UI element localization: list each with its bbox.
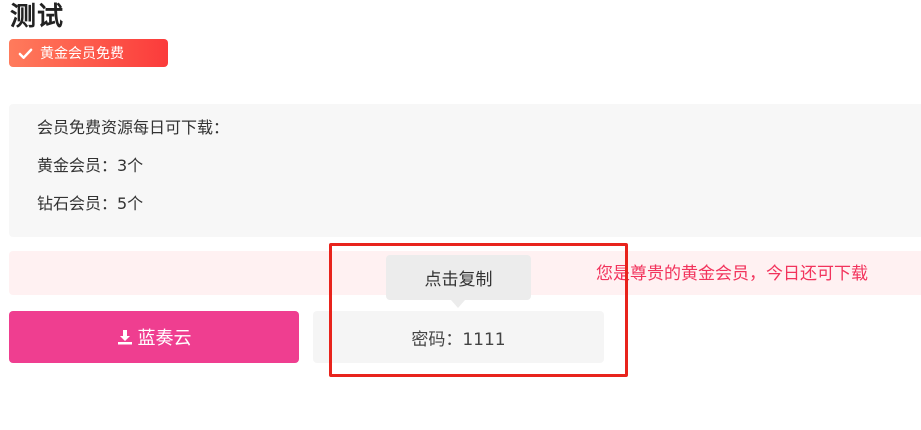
info-line-gold: 黄金会员：3个: [37, 156, 144, 175]
tooltip-arrow: [451, 300, 465, 308]
download-quota-info: 会员免费资源每日可下载： 黄金会员：3个 钻石会员：5个: [9, 104, 921, 237]
gold-member-free-badge: 黄金会员免费: [9, 39, 168, 67]
password-label: 密码：1111: [411, 329, 506, 350]
notice-text: 您是尊贵的黄金会员，今日还可下载: [596, 264, 868, 284]
tooltip-label: 点击复制: [424, 270, 493, 290]
copy-tooltip: 点击复制: [386, 255, 531, 300]
resource-page: 测试 黄金会员免费 会员免费资源每日可下载： 黄金会员：3个 钻石会员：5个 您…: [0, 0, 921, 430]
badge-label: 黄金会员免费: [40, 46, 124, 62]
download-button-label: 蓝奏云: [137, 328, 192, 349]
download-icon: [117, 330, 132, 345]
check-icon: [18, 48, 33, 59]
info-line-header: 会员免费资源每日可下载：: [37, 118, 230, 137]
page-title: 测试: [10, 2, 65, 32]
info-line-diamond: 钻石会员：5个: [37, 194, 144, 213]
lanzou-download-button[interactable]: 蓝奏云: [9, 311, 299, 363]
password-copy-button[interactable]: 密码：1111: [313, 311, 604, 363]
